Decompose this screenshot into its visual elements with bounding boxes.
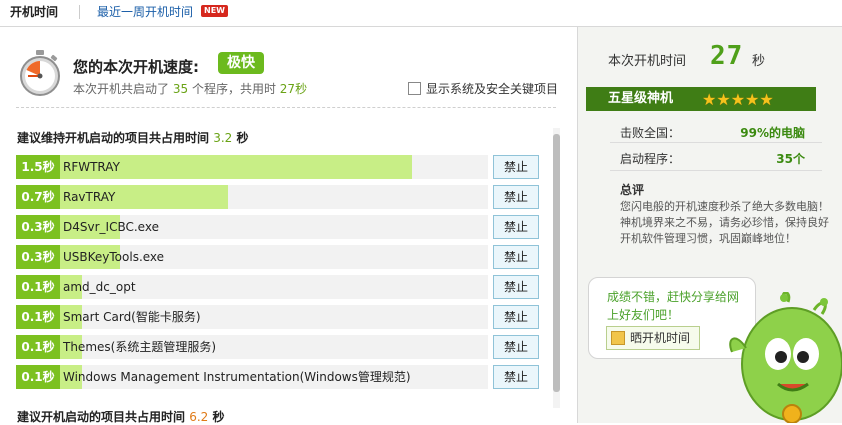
result-sidebar: 本次开机时间 27 秒 五星级神机 ★★★★★ 击败全国： 99%的电脑 启动程… [577,27,842,423]
boot-time-unit: 秒 [752,54,766,69]
beat-label: 击败全国： [620,126,681,140]
startup-item-row: 0.1秒 amd_dc_opt [16,275,488,299]
startup-items-panel: 您的本次开机速度: 极快 本次开机共启动了 35 个程序，共用时 27秒 显示系… [0,27,576,425]
tab-divider [79,5,80,19]
divider [16,107,556,108]
rating-stars-icon: ★★★★★ [702,90,774,109]
startup-item-name: Smart Card(智能卡服务) [63,310,201,324]
startup-item-row: 0.1秒 Smart Card(智能卡服务) [16,305,488,329]
startup-item-time: 1.5秒 [16,155,60,179]
disable-startup-button[interactable]: 禁止 [493,365,539,389]
boot-time-label: 本次开机时间 [608,54,687,69]
keep-section-label: 建议维持开机启动的项目共占用时间 [17,131,210,145]
startup-item-time: 0.1秒 [16,305,60,329]
list-scrollbar[interactable] [553,128,560,408]
keep-section-value: 3.2 [213,131,233,145]
disable-startup-button[interactable]: 禁止 [493,275,539,299]
startup-item-row: 0.7秒 RavTRAY [16,185,488,209]
beat-value: 99%的电脑 [740,126,805,140]
disable-startup-button[interactable]: 禁止 [493,305,539,329]
rank-label: 五星级神机 [608,91,674,106]
rank-banner: 五星级神机 ★★★★★ [586,87,816,111]
startup-item-row: 0.3秒 USBKeyTools.exe [16,245,488,269]
show-system-items-checkbox[interactable] [408,82,421,95]
review-text: 您闪电般的开机速度秒杀了绝大多数电脑！神机境界来之不易，请务必珍惜，保持良好开机… [620,200,829,245]
disable-section-title: 建议开机启动的项目共占用时间 6.2 秒 [17,408,225,425]
speed-rating-badge: 极快 [218,52,264,74]
stopwatch-icon [20,50,60,96]
startup-item-name: USBKeyTools.exe [63,250,165,264]
startup-count-label: 启动程序： [620,152,681,166]
show-system-items-toggle[interactable]: 显示系统及安全关键项目 [408,80,558,97]
startup-item-time: 0.1秒 [16,275,60,299]
stat-divider [610,142,822,143]
startup-item-row: 1.5秒 RFWTRAY [16,155,488,179]
keep-section-unit: 秒 [236,131,249,145]
startup-item-time: 0.3秒 [16,245,60,269]
disable-startup-button[interactable]: 禁止 [493,155,539,179]
mascot-icon [729,292,842,423]
speed-title: 您的本次开机速度: [73,58,199,76]
boot-time-value: 27 [710,41,744,71]
review-title: 总评 [620,183,645,197]
startup-item-row: 0.1秒 Windows Management Instrumentation(W… [16,365,488,389]
share-icon [611,331,625,345]
startup-count-value: 35个 [776,152,805,166]
disable-section-label: 建议开机启动的项目共占用时间 [17,410,186,424]
disable-startup-button[interactable]: 禁止 [493,185,539,209]
startup-item-time: 0.1秒 [16,335,60,359]
summary-prefix: 本次开机共启动了 [73,82,170,96]
tab-boot-time[interactable]: 开机时间 [10,4,58,20]
startup-item-time: 0.1秒 [16,365,60,389]
disable-startup-button[interactable]: 禁止 [493,215,539,239]
startup-item-time: 0.7秒 [16,185,60,209]
keep-section-title: 建议维持开机启动的项目共占用时间 3.2 秒 [17,129,249,146]
boot-summary: 本次开机共启动了 35 个程序，共用时 27秒 [73,80,307,97]
startup-item-time: 0.3秒 [16,215,60,239]
disable-startup-button[interactable]: 禁止 [493,245,539,269]
startup-item-name: RFWTRAY [63,160,120,174]
tab-weekly-boot-time[interactable]: 最近一周开机时间 [97,4,193,20]
disable-section-value: 6.2 [189,410,209,424]
share-boot-time-button[interactable]: 晒开机时间 [606,326,701,350]
tab-bar: 开机时间 最近一周开机时间 NEW [0,0,842,27]
program-count: 35 [172,82,189,96]
startup-item-name: D4Svr_ICBC.exe [63,220,159,234]
disable-startup-button[interactable]: 禁止 [493,335,539,359]
summary-mid: 个程序，共用时 [191,82,276,96]
new-badge: NEW [201,5,228,17]
share-button-label: 晒开机时间 [630,331,691,345]
startup-item-name: Windows Management Instrumentation(Windo… [63,370,411,384]
startup-item-name: RavTRAY [63,190,116,204]
show-system-items-label: 显示系统及安全关键项目 [426,82,559,96]
startup-item-row: 0.3秒 D4Svr_ICBC.exe [16,215,488,239]
total-time: 27秒 [279,82,308,96]
disable-section-unit: 秒 [212,410,225,424]
scrollbar-thumb[interactable] [553,134,560,392]
startup-item-name: Themes(系统主题管理服务) [63,340,217,354]
stat-divider [610,170,822,171]
startup-item-name: amd_dc_opt [63,280,136,294]
startup-item-row: 0.1秒 Themes(系统主题管理服务) [16,335,488,359]
